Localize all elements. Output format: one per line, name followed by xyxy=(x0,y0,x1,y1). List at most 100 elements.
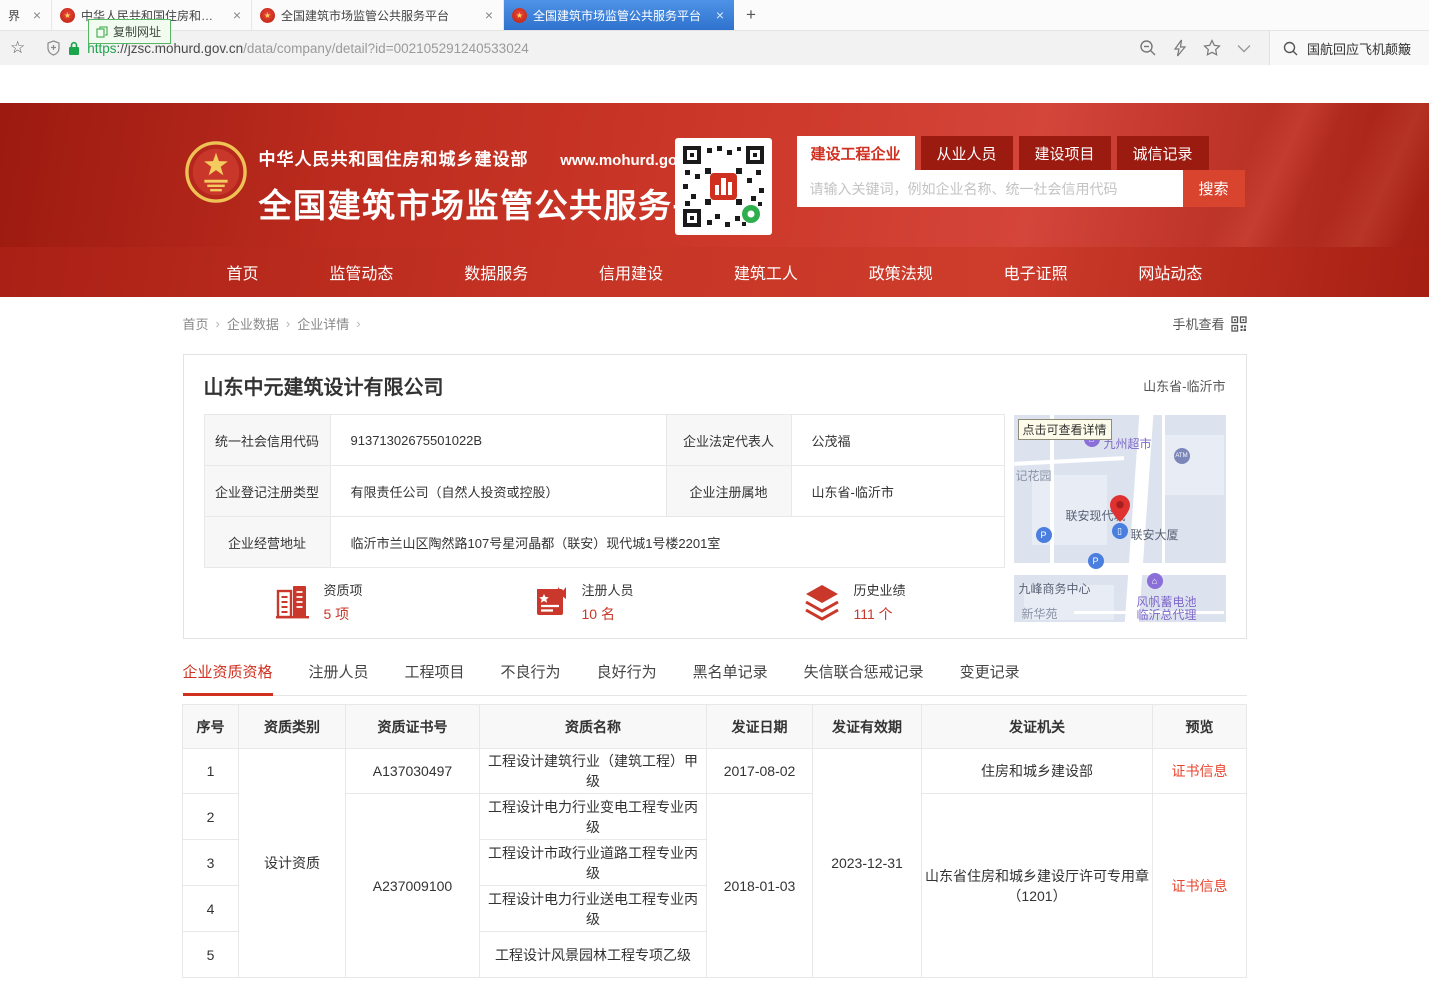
parking-icon: P xyxy=(1036,527,1052,543)
zoom-out-icon[interactable] xyxy=(1139,39,1157,57)
map-hint-label[interactable]: 点击可查看详情 xyxy=(1018,419,1112,440)
url-bar[interactable]: https://jzsc.mohurd.gov.cn/data/company/… xyxy=(38,31,1121,65)
nav-item-credit[interactable]: 信用建设 xyxy=(599,260,663,284)
lightning-icon[interactable] xyxy=(1173,39,1187,57)
map-road xyxy=(1014,563,1226,575)
nav-item-home[interactable]: 首页 xyxy=(227,260,259,284)
address-label: 企业经营地址 xyxy=(204,517,330,568)
chevron-down-icon[interactable] xyxy=(1237,44,1251,53)
certificate-info-link[interactable]: 证书信息 xyxy=(1172,763,1228,779)
stat-registered-personnel[interactable]: 注册人员 10 名 xyxy=(532,580,634,624)
browser-tab-bar: 界 × ★ 中华人民共和国住房和城乡建设 × ★ 全国建筑市场监管公共服务平台 … xyxy=(0,0,1429,31)
favorite-star-icon[interactable] xyxy=(1203,39,1221,57)
cert-no: A237009100 xyxy=(346,794,480,978)
nav-item-policy[interactable]: 政策法规 xyxy=(869,260,933,284)
browser-tab-partial[interactable]: 界 × xyxy=(0,0,52,30)
company-region: 山东省-临沂市 xyxy=(1143,376,1225,395)
table-row: 1 设计资质 A137030497 工程设计建筑行业（建筑工程）甲级 2017-… xyxy=(183,749,1247,794)
certificate-info-link[interactable]: 证书信息 xyxy=(1172,878,1228,894)
copy-url-tooltip: 复制网址 xyxy=(88,19,171,44)
tab-good-behavior[interactable]: 良好行为 xyxy=(597,661,657,695)
stat-value: 111 个 xyxy=(854,604,906,624)
tab-projects[interactable]: 工程项目 xyxy=(405,661,465,695)
emblem-favicon-icon: ★ xyxy=(512,8,527,23)
stat-label: 历史业绩 xyxy=(854,580,906,599)
quick-search-box[interactable]: 国航回应飞机颠簸 xyxy=(1269,31,1429,65)
table-row: 企业登记注册类型 有限责任公司（自然人投资或控股） 企业注册属地 山东省-临沂市 xyxy=(204,466,1004,517)
search-tab-project[interactable]: 建设项目 xyxy=(1019,136,1111,170)
tab-close-icon[interactable]: × xyxy=(483,7,495,23)
qualification-category: 设计资质 xyxy=(239,749,346,978)
address-value: 临沂市兰山区陶然路107号星河晶都（联安）现代城1号楼2201室 xyxy=(330,517,1004,568)
issue-date: 2018-01-03 xyxy=(707,794,813,978)
building-icon xyxy=(274,583,312,621)
breadcrumb-sep-icon: › xyxy=(286,316,290,331)
breadcrumb-home[interactable]: 首页 xyxy=(183,314,209,333)
tab-close-icon[interactable]: × xyxy=(714,7,726,23)
tab-change-records[interactable]: 变更记录 xyxy=(960,661,1020,695)
nav-item-workers[interactable]: 建筑工人 xyxy=(734,260,798,284)
site-title-block: 中华人民共和国住房和城乡建设部 www.mohurd.gov.cn 全国建筑市场… xyxy=(259,145,742,227)
map-label-garden: 记花园 xyxy=(1016,467,1052,484)
qualification-table: 序号 资质类别 资质证书号 资质名称 发证日期 发证有效期 发证机关 预览 1 … xyxy=(182,704,1247,978)
col-header-category: 资质类别 xyxy=(239,705,346,749)
table-header-row: 序号 资质类别 资质证书号 资质名称 发证日期 发证有效期 发证机关 预览 xyxy=(183,705,1247,749)
tab-label: 全国建筑市场监管公共服务平台 xyxy=(533,7,708,24)
browser-tab-jzsc[interactable]: ★ 全国建筑市场监管公共服务平台 × xyxy=(252,0,504,30)
nav-item-data-service[interactable]: 数据服务 xyxy=(464,260,528,284)
nav-item-supervision[interactable]: 监管动态 xyxy=(329,260,393,284)
row-no: 3 xyxy=(183,840,239,886)
detail-section-tabs: 企业资质资格 注册人员 工程项目 不良行为 良好行为 黑名单记录 失信联合惩戒记… xyxy=(183,661,1247,696)
qr-code-icon xyxy=(681,144,766,229)
tab-close-icon[interactable]: × xyxy=(31,7,43,23)
search-tab-credit[interactable]: 诚信记录 xyxy=(1117,136,1209,170)
mobile-view-label: 手机查看 xyxy=(1172,314,1224,333)
tab-blacklist[interactable]: 黑名单记录 xyxy=(693,661,768,695)
breadcrumb-sep-icon: › xyxy=(356,316,360,331)
nav-item-site-news[interactable]: 网站动态 xyxy=(1138,260,1202,284)
breadcrumb-company-data[interactable]: 企业数据 xyxy=(227,314,279,333)
stat-value: 10 名 xyxy=(582,604,634,624)
quick-search-suggestion[interactable]: 国航回应飞机颠簸 xyxy=(1307,39,1411,58)
search-tab-personnel[interactable]: 从业人员 xyxy=(921,136,1013,170)
page-top-whitespace xyxy=(0,65,1429,103)
tab-dishonesty-records[interactable]: 失信联合惩戒记录 xyxy=(804,661,924,695)
red-location-pin-icon xyxy=(1110,495,1130,522)
browser-tab-active[interactable]: ★ 全国建筑市场监管公共服务平台 × xyxy=(504,0,734,30)
stat-historical-performance[interactable]: 历史业绩 111 个 xyxy=(802,580,906,624)
qualification-name: 工程设计建筑行业（建筑工程）甲级 xyxy=(480,749,707,794)
company-summary-card: 山东中元建筑设计有限公司 山东省-临沂市 统一社会信用代码 9137130267… xyxy=(183,354,1247,639)
new-tab-button[interactable]: + xyxy=(734,0,768,30)
site-banner: 中华人民共和国住房和城乡建设部 www.mohurd.gov.cn 全国建筑市场… xyxy=(0,103,1429,247)
map-label-xinhuayuan: 新华苑 xyxy=(1022,605,1058,622)
company-info-table: 统一社会信用代码 91371302675501022B 企业法定代表人 公茂福 … xyxy=(204,414,1005,568)
tab-close-icon[interactable]: × xyxy=(231,7,243,23)
platform-title: 全国建筑市场监管公共服务平台 xyxy=(259,179,742,227)
main-navigation: 首页 监管动态 数据服务 信用建设 建筑工人 政策法规 电子证照 网站动态 xyxy=(0,247,1429,297)
breadcrumb-company-detail[interactable]: 企业详情 xyxy=(297,314,349,333)
atm-pin-icon: ATM xyxy=(1174,448,1190,464)
table-row: 统一社会信用代码 91371302675501022B 企业法定代表人 公茂福 xyxy=(204,415,1004,466)
nav-item-certificate[interactable]: 电子证照 xyxy=(1004,260,1068,284)
qualification-name: 工程设计电力行业变电工程专业丙级 xyxy=(480,794,707,840)
stat-qualifications[interactable]: 资质项 5 项 xyxy=(274,580,363,624)
table-row: 企业经营地址 临沂市兰山区陶然路107号星河晶都（联安）现代城1号楼2201室 xyxy=(204,517,1004,568)
location-map[interactable]: 点击可查看详情 ⌂ 九州超市 ATM 记花园 联安现代城 ▯ 联安大厦 P P … xyxy=(1014,415,1226,622)
keyword-search-input[interactable] xyxy=(797,170,1183,207)
mobile-view-link[interactable]: 手机查看 xyxy=(1172,314,1246,333)
credit-code-label: 统一社会信用代码 xyxy=(204,415,330,466)
tab-registered-personnel[interactable]: 注册人员 xyxy=(309,661,369,695)
shield-icon[interactable] xyxy=(46,40,61,56)
search-tab-enterprise[interactable]: 建设工程企业 xyxy=(797,136,915,170)
qualification-name: 工程设计电力行业送电工程专业丙级 xyxy=(480,886,707,932)
bookmark-star-icon[interactable]: ☆ xyxy=(10,38,25,58)
search-button[interactable]: 搜索 xyxy=(1183,170,1245,207)
issuing-authority: 山东省住房和城乡建设厅许可专用章（1201） xyxy=(922,794,1153,978)
company-stats: 资质项 5 项 注册人员 10 名 历史业绩 xyxy=(184,580,994,632)
tab-bad-behavior[interactable]: 不良行为 xyxy=(501,661,561,695)
col-header-issue-date: 发证日期 xyxy=(707,705,813,749)
mobile-qr-icon[interactable] xyxy=(1231,316,1247,332)
row-no: 4 xyxy=(183,886,239,932)
tab-qualifications[interactable]: 企业资质资格 xyxy=(183,661,273,695)
url-path: /data/company/detail?id=0021052912405330… xyxy=(243,41,529,56)
